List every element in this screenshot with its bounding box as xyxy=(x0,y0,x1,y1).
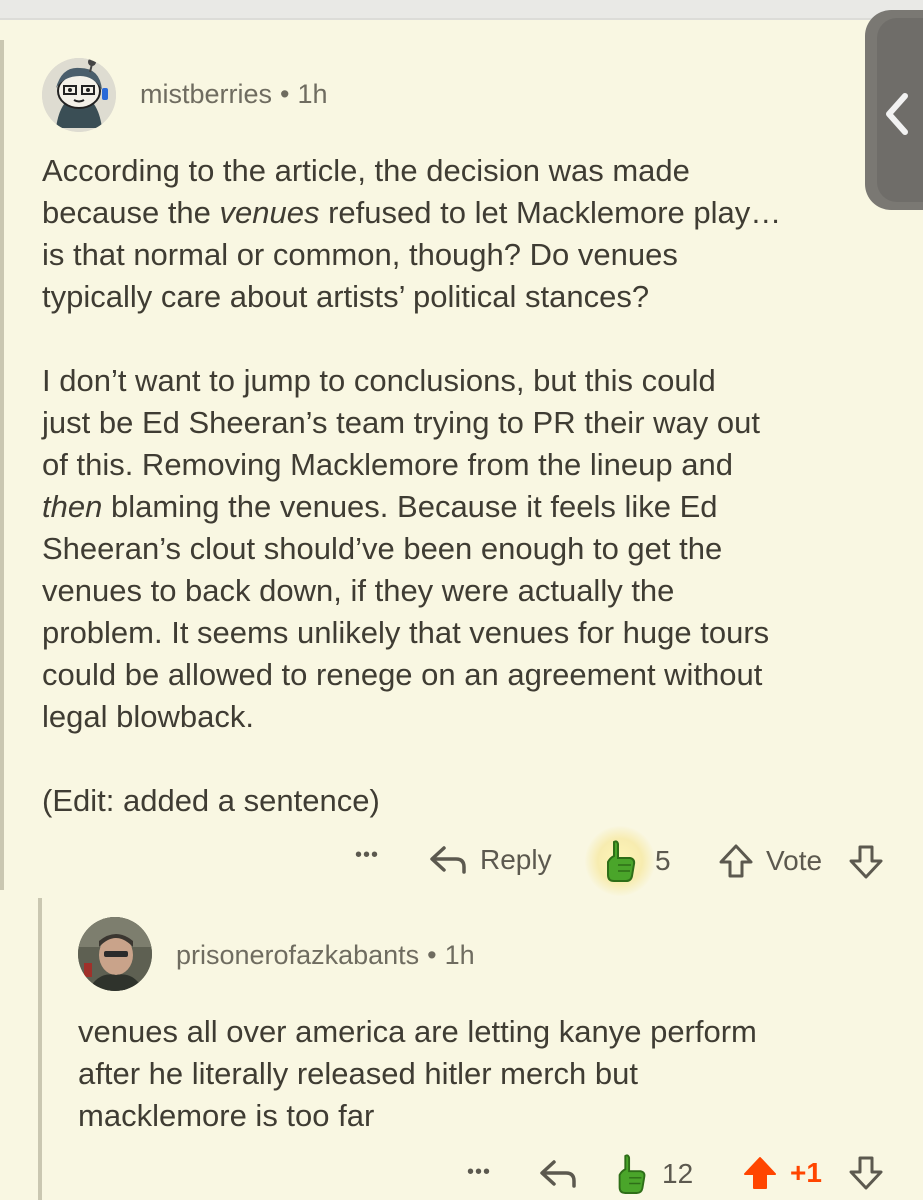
thread-line-parent[interactable] xyxy=(0,40,4,890)
text-line: venues all over america are letting kany… xyxy=(78,1014,757,1049)
thumbs-up-hand-icon xyxy=(618,1154,646,1194)
text-line: Sheeran’s clout should’ve been enough to… xyxy=(42,531,723,566)
comment-paragraph: According to the article, the decision w… xyxy=(42,150,872,318)
chevron-left-icon xyxy=(886,93,908,135)
text-line: typically care about artists’ political … xyxy=(42,279,650,314)
reply-button[interactable] xyxy=(538,1156,578,1192)
award-count: 12 xyxy=(662,1158,694,1189)
reply-paragraph: venues all over america are letting kany… xyxy=(78,1011,878,1137)
text-line: of this. Removing Macklemore from the li… xyxy=(42,447,733,482)
snoo-avatar-icon xyxy=(42,58,116,132)
upvote-arrow-icon xyxy=(744,1157,776,1189)
separator-dot: • xyxy=(280,79,290,109)
downvote-arrow-icon xyxy=(849,845,883,879)
text-line: problem. It seems unlikely that venues f… xyxy=(42,615,770,650)
comment-header: prisonerofazkabants • 1h xyxy=(176,940,475,971)
text-line: could be allowed to renege on an agreeme… xyxy=(42,657,763,692)
thumbs-up-hand-icon xyxy=(607,840,636,882)
emphasis-text: venues xyxy=(219,195,320,230)
reply-label: Reply xyxy=(480,844,552,875)
timestamp: 1h xyxy=(297,79,328,109)
username-link[interactable]: mistberries xyxy=(140,79,272,109)
comment-header: mistberries • 1h xyxy=(140,79,328,110)
text-line: is that normal or common, though? Do ven… xyxy=(42,237,678,272)
top-bar-divider xyxy=(0,18,923,20)
text-line: I don’t want to jump to conclusions, but… xyxy=(42,363,716,398)
emphasis-text: then xyxy=(42,489,103,524)
award-button[interactable]: 5 xyxy=(585,826,671,896)
downvote-arrow-icon xyxy=(849,1156,883,1190)
upvote-button[interactable]: +1 xyxy=(742,1154,822,1192)
vote-score: +1 xyxy=(790,1157,822,1188)
vote-label: Vote xyxy=(766,845,823,876)
more-options-button[interactable]: ••• xyxy=(467,1161,491,1184)
thread-line-reply[interactable] xyxy=(38,898,42,1200)
text-line: legal blowback. xyxy=(42,699,254,734)
upvote-button[interactable]: Vote xyxy=(718,842,822,880)
avatar[interactable] xyxy=(42,58,116,132)
text-line: because the xyxy=(42,195,220,230)
reply-button[interactable]: Reply xyxy=(428,842,552,878)
username-link[interactable]: prisonerofazkabants xyxy=(176,940,419,970)
award-count: 5 xyxy=(655,845,671,876)
profile-photo-icon xyxy=(78,917,152,991)
award-button[interactable]: 12 xyxy=(612,1152,693,1196)
reply-arrow-icon xyxy=(540,1160,576,1188)
text-line: after he literally released hitler merch… xyxy=(78,1056,638,1091)
more-label: ••• xyxy=(355,844,380,866)
text-line: (Edit: added a sentence) xyxy=(42,783,380,818)
upvote-arrow-icon xyxy=(719,844,753,878)
more-label: ••• xyxy=(467,1161,492,1183)
more-options-button[interactable]: ••• xyxy=(355,844,379,867)
top-bar xyxy=(0,0,923,18)
timestamp: 1h xyxy=(444,940,475,970)
side-panel-tab[interactable] xyxy=(865,10,923,210)
comment-paragraph: (Edit: added a sentence) xyxy=(42,780,872,822)
text-line: just be Ed Sheeran’s team trying to PR t… xyxy=(42,405,760,440)
separator-dot: • xyxy=(427,940,437,970)
text-line: venues to back down, if they were actual… xyxy=(42,573,675,608)
downvote-button[interactable] xyxy=(848,843,884,881)
downvote-button[interactable] xyxy=(848,1154,884,1192)
reply-arrow-icon xyxy=(430,846,466,874)
comment-body: According to the article, the decision w… xyxy=(42,150,872,822)
avatar[interactable] xyxy=(78,917,152,991)
comment-paragraph: I don’t want to jump to conclusions, but… xyxy=(42,360,872,738)
text-line: refused to let Macklemore play… xyxy=(319,195,782,230)
award-glow xyxy=(585,826,655,896)
text-line: blaming the venues. Because it feels lik… xyxy=(102,489,718,524)
text-line: macklemore is too far xyxy=(78,1098,375,1133)
text-line: According to the article, the decision w… xyxy=(42,153,690,188)
reply-body: venues all over america are letting kany… xyxy=(78,1011,878,1137)
